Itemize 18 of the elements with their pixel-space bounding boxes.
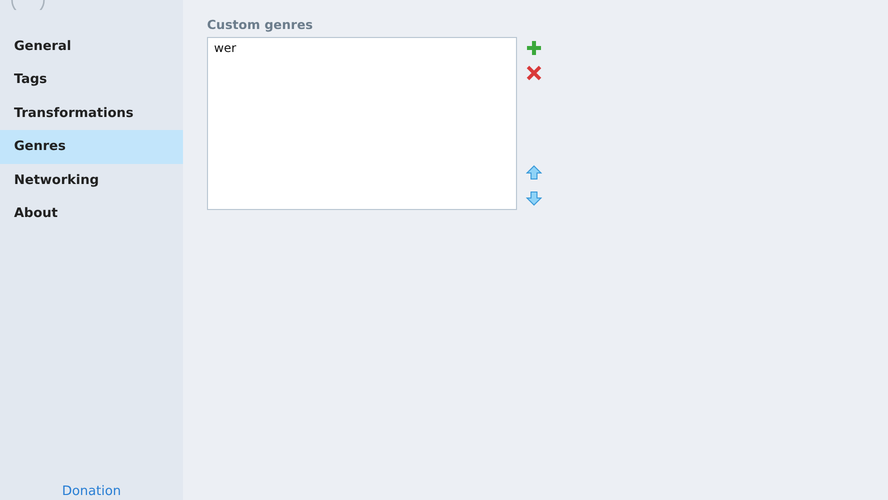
add-button[interactable] xyxy=(525,39,543,57)
arrow-up-icon xyxy=(526,165,542,181)
close-icon xyxy=(526,65,542,81)
sidebar-item[interactable]: Genres xyxy=(0,130,183,164)
logo-icon xyxy=(11,0,45,10)
arrow-down-icon xyxy=(526,190,542,206)
sidebar-item[interactable]: Networking xyxy=(0,164,183,197)
sidebar-item[interactable]: Tags xyxy=(0,63,183,97)
plus-icon xyxy=(526,40,542,56)
sidebar-item[interactable]: General xyxy=(0,30,183,64)
section-label: Custom genres xyxy=(207,17,314,34)
sidebar-item[interactable]: About xyxy=(0,196,183,230)
sidebar-item[interactable]: Transformations xyxy=(0,96,183,130)
move-down-button[interactable] xyxy=(525,189,543,207)
list-item[interactable]: wer xyxy=(208,40,516,56)
genre-list[interactable]: wer xyxy=(207,37,517,210)
move-up-button[interactable] xyxy=(525,164,543,182)
remove-button[interactable] xyxy=(525,64,543,82)
